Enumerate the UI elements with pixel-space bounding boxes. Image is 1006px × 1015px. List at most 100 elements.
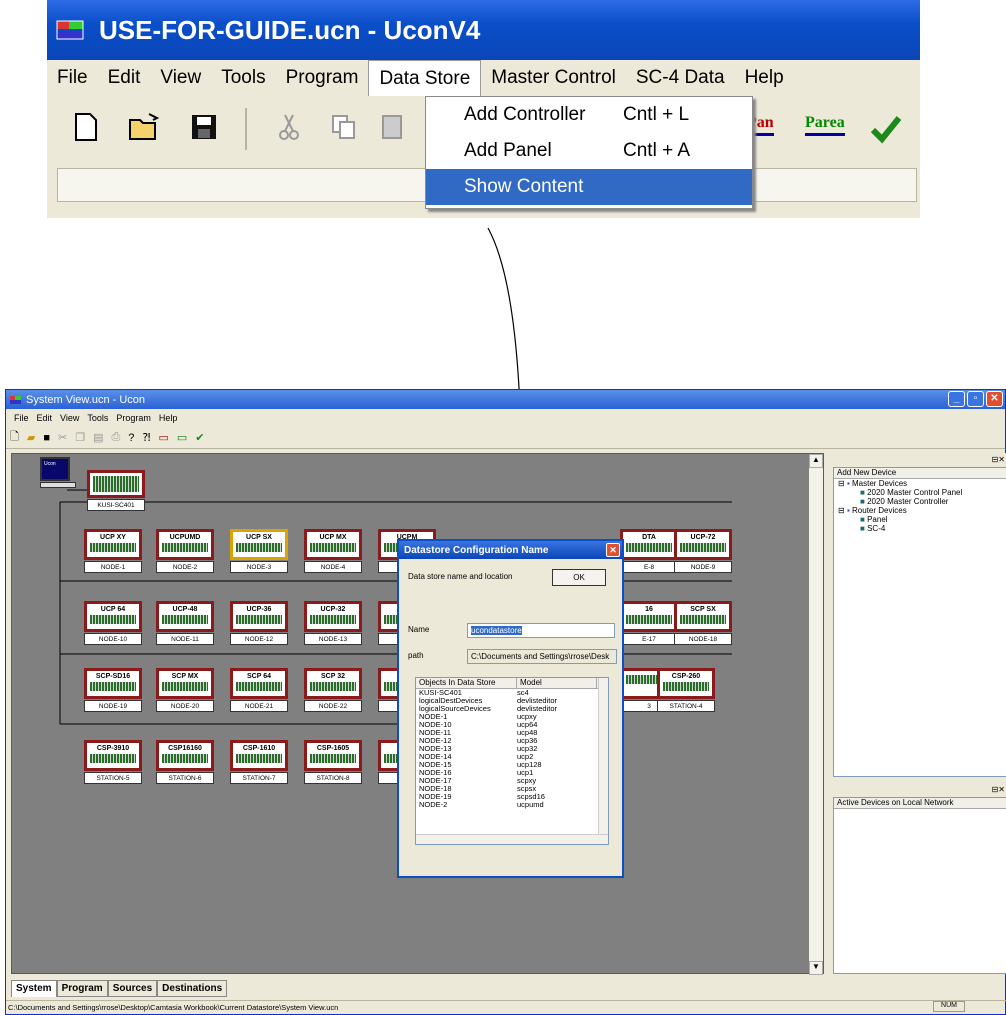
save-icon[interactable]: ■ xyxy=(43,432,50,444)
menu-help[interactable]: Help xyxy=(155,413,182,423)
device-node[interactable]: UCPUMD NODE-2 xyxy=(156,529,214,573)
device-node[interactable]: SCP SX NODE-18 xyxy=(674,601,732,645)
device-node[interactable]: UCP XY NODE-1 xyxy=(84,529,142,573)
tab-program[interactable]: Program xyxy=(56,980,108,997)
device-label: E-8 xyxy=(620,561,678,573)
device-node[interactable]: UCP-72 NODE-9 xyxy=(674,529,732,573)
device-type: SCP SX xyxy=(690,606,716,613)
datastore-list[interactable]: Objects In Data Store Model KUSI-SC401 sc… xyxy=(415,677,609,845)
tab-destinations[interactable]: Destinations xyxy=(157,980,228,997)
device-icon: SCP-SD16 xyxy=(84,668,142,699)
controller-node[interactable]: KUSI-SC401 xyxy=(87,470,145,514)
pan-icon[interactable]: ▭ xyxy=(158,431,168,444)
copy-icon[interactable]: ❐ xyxy=(75,431,85,444)
panel2-pin-close-icon[interactable]: ⊟✕ xyxy=(992,785,1005,794)
window-title-bar: System View.ucn - Ucon _ ▫ ✕ xyxy=(6,390,1005,409)
device-icon: UCP SX xyxy=(230,529,288,560)
tree-master-control-panel[interactable]: ■ 2020 Master Control Panel xyxy=(834,488,1006,497)
window-title: System View.ucn - Ucon xyxy=(26,393,146,406)
router-devices-label: Router Devices xyxy=(852,506,907,515)
menu-program[interactable]: Program xyxy=(112,413,155,423)
device-icon: UCP 64 xyxy=(84,601,142,632)
device-node[interactable]: UCP MX NODE-4 xyxy=(304,529,362,573)
device-faceplate xyxy=(680,543,726,552)
master-controller-label: 2020 Master Controller xyxy=(867,497,949,506)
scroll-up-icon[interactable]: ▲ xyxy=(809,454,823,468)
device-node[interactable]: SCP MX NODE-20 xyxy=(156,668,214,712)
new-file-icon[interactable]: 🗋 xyxy=(10,428,19,447)
list-row[interactable]: NODE-2 ucpumd xyxy=(416,801,608,809)
tree-master-devices[interactable]: ⊟ ▪ Master Devices xyxy=(834,479,1006,488)
maximize-button[interactable]: ▫ xyxy=(967,391,984,407)
device-node[interactable]: UCP-48 NODE-11 xyxy=(156,601,214,645)
device-type: 16 xyxy=(645,606,653,613)
path-label: path xyxy=(408,651,424,660)
device-label: NODE-21 xyxy=(230,700,288,712)
device-node[interactable]: UCP 64 NODE-10 xyxy=(84,601,142,645)
tree-sc4[interactable]: ■ SC-4 xyxy=(834,524,1006,533)
tree-master-controller[interactable]: ■ 2020 Master Controller xyxy=(834,497,1006,506)
device-node[interactable]: CSP16160 STATION-6 xyxy=(156,740,214,784)
col-model[interactable]: Model xyxy=(517,678,597,688)
col-objects[interactable]: Objects In Data Store xyxy=(416,678,517,688)
tab-system[interactable]: System xyxy=(11,980,57,997)
device-node[interactable]: UCP-36 NODE-12 xyxy=(230,601,288,645)
ok-button[interactable]: OK xyxy=(552,569,606,586)
device-tree: ⊟ ▪ Master Devices ■ 2020 Master Control… xyxy=(834,479,1006,533)
device-label: STATION-5 xyxy=(84,772,142,784)
device-node[interactable]: UCP-32 NODE-13 xyxy=(304,601,362,645)
cut-icon[interactable]: ✂ xyxy=(58,431,67,444)
check-icon[interactable]: ✔ xyxy=(195,431,204,444)
tree-router-devices[interactable]: ⊟ ▪ Router Devices xyxy=(834,506,1006,515)
device-node[interactable]: SCP-SD16 NODE-19 xyxy=(84,668,142,712)
panel-pin-close-icon[interactable]: ⊟✕ xyxy=(992,455,1005,464)
path-field[interactable]: C:\Documents and Settings\rrose\Desk xyxy=(467,649,617,664)
list-vscroll[interactable] xyxy=(598,678,608,834)
parea-icon[interactable]: ▭ xyxy=(177,431,187,444)
device-label: NODE-10 xyxy=(84,633,142,645)
list-hscroll[interactable] xyxy=(416,834,608,844)
name-field[interactable]: ucondatastore xyxy=(467,623,615,638)
paste-icon[interactable]: ▤ xyxy=(93,431,103,444)
help-icon[interactable]: ? xyxy=(128,432,134,444)
device-label: NODE-9 xyxy=(674,561,732,573)
device-faceplate xyxy=(162,543,208,552)
device-icon: 16 xyxy=(620,601,678,632)
device-label: STATION-6 xyxy=(156,772,214,784)
device-node[interactable]: SCP 32 NODE-22 xyxy=(304,668,362,712)
context-help-icon[interactable]: ⁈ xyxy=(142,431,150,444)
close-button[interactable]: ✕ xyxy=(986,391,1003,407)
dialog-close-icon[interactable]: ✕ xyxy=(606,543,620,557)
device-icon: DTA xyxy=(620,529,678,560)
print-icon[interactable]: ⎙ xyxy=(111,431,120,444)
device-node[interactable]: UCP SX NODE-3 xyxy=(230,529,288,573)
device-type: SCP MX xyxy=(171,673,199,680)
menu-file[interactable]: File xyxy=(10,413,33,423)
tree-panel[interactable]: ■ Panel xyxy=(834,515,1006,524)
device-node[interactable]: CSP-1610 STATION-7 xyxy=(230,740,288,784)
active-devices-panel: Active Devices on Local Network xyxy=(833,797,1006,974)
ucon-computer[interactable]: Ucon xyxy=(40,457,78,497)
device-node[interactable]: DTA E-8 xyxy=(620,529,678,573)
menu-view[interactable]: View xyxy=(56,413,83,423)
open-folder-icon[interactable]: ▰ xyxy=(27,431,35,444)
device-node[interactable]: CSP-1605 STATION-8 xyxy=(304,740,362,784)
panel-label: Panel xyxy=(867,515,888,524)
device-label: NODE-22 xyxy=(304,700,362,712)
add-new-header: Add New Device xyxy=(834,468,1006,479)
device-node[interactable]: CSP-260 STATION-4 xyxy=(657,668,715,712)
device-label: E-17 xyxy=(620,633,678,645)
device-icon: CSP-1610 xyxy=(230,740,288,771)
device-node[interactable]: CSP-3910 STATION-5 xyxy=(84,740,142,784)
datastore-dialog: Datastore Configuration Name ✕ Data stor… xyxy=(397,539,624,878)
app-icon xyxy=(10,395,21,404)
canvas-scrollbar[interactable]: ▲ ▼ xyxy=(809,454,823,975)
menu-edit[interactable]: Edit xyxy=(33,413,57,423)
device-faceplate xyxy=(310,754,356,763)
device-node[interactable]: 16 E-17 xyxy=(620,601,678,645)
minimize-button[interactable]: _ xyxy=(948,391,965,407)
tab-sources[interactable]: Sources xyxy=(107,980,158,997)
device-node[interactable]: SCP 64 NODE-21 xyxy=(230,668,288,712)
scroll-down-icon[interactable]: ▼ xyxy=(809,961,823,975)
menu-tools[interactable]: Tools xyxy=(83,413,112,423)
